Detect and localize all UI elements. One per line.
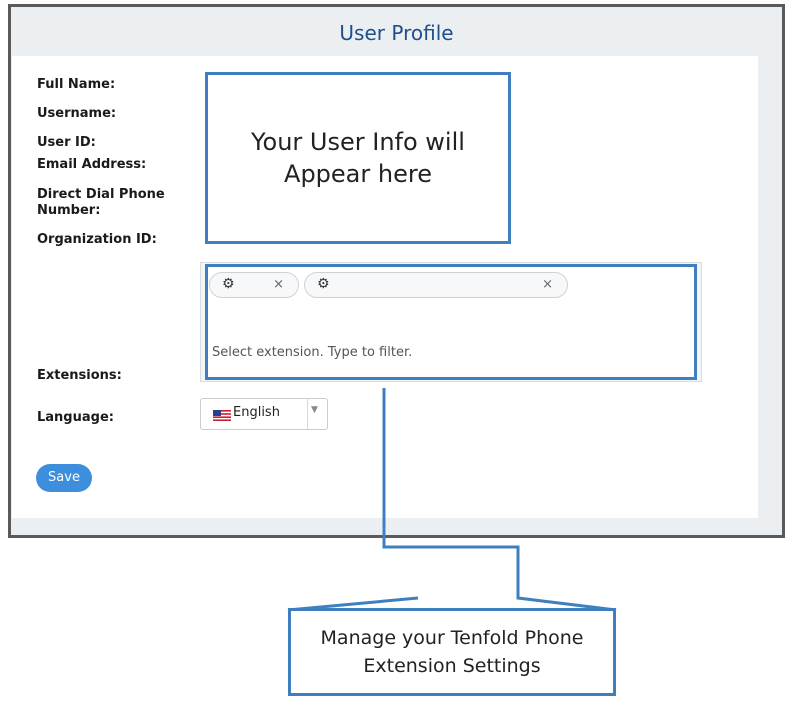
callout-connector [287, 388, 617, 612]
extension-settings-callout: Manage your Tenfold Phone Extension Sett… [288, 608, 616, 696]
